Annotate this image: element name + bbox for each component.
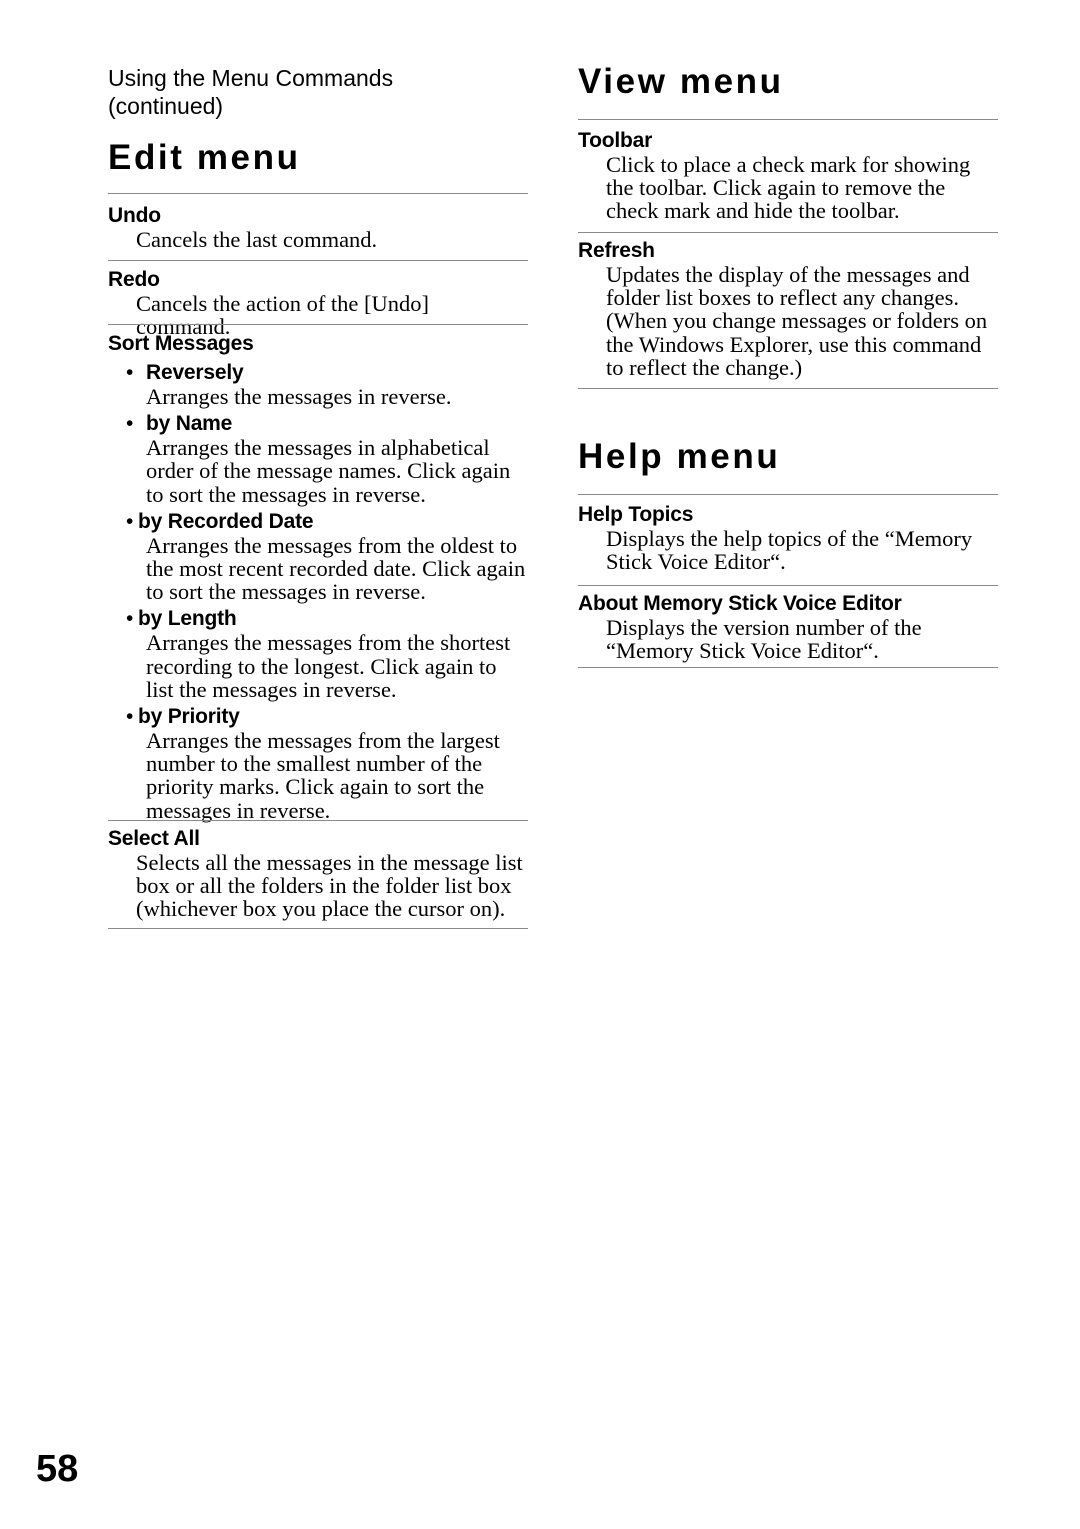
- rule-refresh-bottom: [578, 388, 998, 389]
- bullet-heading-by-name: • by Name: [108, 411, 528, 436]
- rule-toolbar-bottom: [578, 232, 998, 233]
- bullet-heading-by-recorded-date: • by Recorded Date: [108, 509, 528, 534]
- entry-about: About Memory Stick Voice Editor Displays…: [578, 591, 998, 662]
- entry-body-select-all: Selects all the messages in the message …: [136, 850, 523, 922]
- bullet-label-reversely: Reversely: [146, 361, 244, 384]
- bullet-label-by-length: by Length: [138, 607, 237, 631]
- bullet-marker-icon: •: [126, 360, 134, 384]
- entry-heading-undo: Undo: [108, 204, 161, 227]
- bullet-label-by-recorded-date: by Recorded Date: [138, 509, 314, 533]
- bullet-item-by-recorded-date: • by Recorded Date Arranges the messages …: [108, 509, 528, 604]
- bullet-label-by-priority: by Priority: [138, 705, 240, 729]
- bullet-body-by-length: Arranges the messages from the shortest …: [146, 630, 511, 702]
- entry-help-topics: Help Topics Displays the help topics of …: [578, 502, 998, 573]
- entry-refresh: Refresh Updates the display of the messa…: [578, 238, 998, 379]
- rule-sort-messages-bottom: [108, 820, 528, 821]
- entry-heading-refresh: Refresh: [578, 239, 655, 262]
- entry-body-refresh: Updates the display of the messages and …: [606, 262, 988, 380]
- entry-heading-about: About Memory Stick Voice Editor: [578, 592, 902, 615]
- bullet-item-by-length: • by Length Arranges the messages from th…: [108, 606, 528, 701]
- bullet-item-by-priority: • by Priority Arranges the messages from …: [108, 704, 528, 822]
- bullet-heading-by-priority: • by Priority: [108, 704, 528, 729]
- rule-select-all-bottom: [108, 928, 528, 929]
- rule-redo-bottom: [108, 324, 528, 325]
- running-head-line-1: Using the Menu Commands: [108, 65, 394, 91]
- bullet-body-by-recorded-date: Arranges the messages from the oldest to…: [146, 532, 526, 605]
- entry-heading-toolbar: Toolbar: [578, 129, 653, 152]
- bullet-marker-icon: •: [126, 704, 134, 729]
- entry-body-toolbar: Click to place a check mark for showing …: [606, 152, 971, 224]
- entry-heading-redo: Redo: [108, 268, 160, 291]
- entry-heading-help-topics: Help Topics: [578, 503, 694, 526]
- rule-help-top: [578, 494, 998, 495]
- section-title-help-menu: Help menu: [578, 437, 781, 476]
- rule-help-topics-bottom: [578, 585, 998, 586]
- entry-body-undo: Cancels the last command.: [136, 227, 378, 252]
- page-number: 58: [36, 1448, 79, 1490]
- bullet-marker-icon: •: [126, 411, 134, 436]
- bullet-item-reversely: • Reversely Arranges the messages in reve…: [108, 360, 528, 408]
- bullet-heading-by-length: • by Length: [108, 606, 528, 631]
- entry-redo: Redo Cancels the action of the [Undo] co…: [108, 267, 528, 338]
- bullet-heading-reversely: • Reversely: [108, 360, 528, 385]
- bullet-marker-icon: •: [126, 508, 134, 533]
- running-head-line-2: (continued): [108, 93, 224, 119]
- rule-undo-bottom: [108, 260, 528, 261]
- entry-body-about: Displays the version number of the “Memo…: [606, 615, 922, 664]
- bullet-marker-icon: •: [126, 606, 134, 631]
- rule-about-bottom: [578, 667, 998, 668]
- bullet-body-reversely: Arranges the messages in reverse.: [146, 384, 452, 409]
- entry-body-help-topics: Displays the help topics of the “Memory …: [606, 526, 973, 575]
- entry-undo: Undo Cancels the last command.: [108, 203, 528, 251]
- bullet-item-by-name: • by Name Arranges the messages in alphab…: [108, 411, 528, 506]
- running-head: Using the Menu Commands (continued): [108, 64, 538, 120]
- section-title-edit-menu: Edit menu: [108, 138, 301, 177]
- bullet-label-by-name: by Name: [146, 412, 233, 436]
- entry-sort-messages: Sort Messages • Reversely Arranges the me…: [108, 331, 528, 822]
- entry-heading-select-all: Select All: [108, 827, 200, 850]
- rule-edit-top: [108, 193, 528, 194]
- bullet-body-by-priority: Arranges the messages from the largest n…: [146, 728, 500, 823]
- manual-page: Using the Menu Commands (continued) Edit…: [0, 0, 1080, 1529]
- entry-select-all: Select All Selects all the messages in t…: [108, 826, 528, 921]
- entry-toolbar: Toolbar Click to place a check mark for …: [578, 128, 998, 223]
- rule-view-top: [578, 119, 998, 120]
- entry-heading-sort-messages: Sort Messages: [108, 332, 254, 355]
- bullet-body-by-name: Arranges the messages in alphabetical or…: [146, 435, 511, 507]
- section-title-view-menu: View menu: [578, 62, 784, 101]
